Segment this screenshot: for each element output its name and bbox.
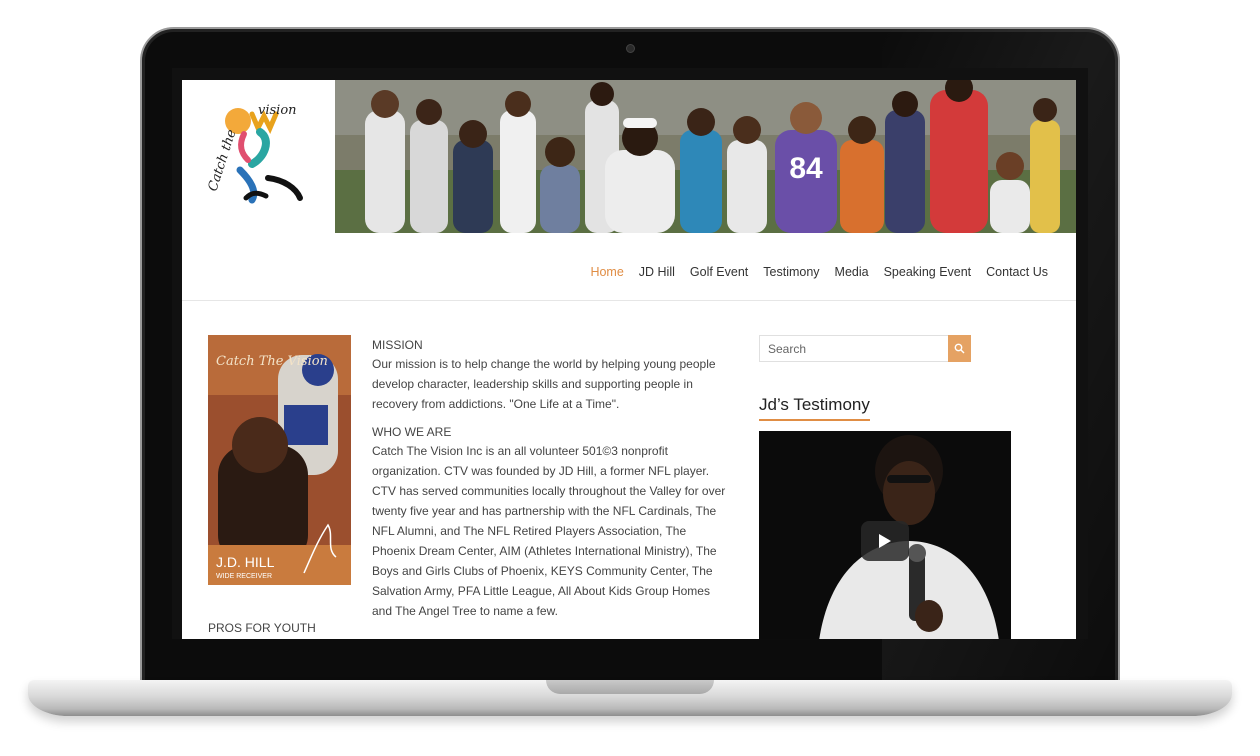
nav-menu: Home JD Hill Golf Event Testimony Media …: [575, 265, 1048, 279]
book-subtitle: WIDE RECEIVER: [216, 573, 272, 580]
group-photo: 84: [335, 80, 1076, 233]
site-logo[interactable]: vision Catch the: [182, 80, 335, 233]
nav-item-testimony[interactable]: Testimony: [763, 265, 819, 279]
book-title: Catch The Vision: [216, 354, 328, 369]
nav-item-media[interactable]: Media: [835, 265, 869, 279]
book-cover-art: Catch The Vision J.D. HILL WIDE RECEIVER: [208, 335, 351, 585]
web-page: vision Catch the 84 Home JD Hill Golf Ev…: [182, 80, 1076, 639]
book-cover-image[interactable]: Catch The Vision J.D. HILL WIDE RECEIVER: [208, 335, 351, 585]
logo-catch-text: Catch the: [206, 127, 240, 193]
book-name: J.D. HILL: [216, 554, 275, 570]
mission-heading: MISSION: [372, 338, 423, 352]
search-form: [759, 335, 971, 362]
laptop-screen: vision Catch the 84 Home JD Hill Golf Ev…: [172, 68, 1088, 639]
webcam: [626, 44, 635, 53]
who-we-are-heading: WHO WE ARE: [372, 425, 452, 439]
nav-item-home[interactable]: Home: [590, 265, 623, 279]
catch-the-vision-logo: vision Catch the: [206, 103, 303, 204]
search-input[interactable]: [759, 335, 948, 362]
testimony-video[interactable]: [759, 431, 1011, 639]
testimony-widget-title: Jd’s Testimony: [759, 395, 870, 421]
main-navigation: Home JD Hill Golf Event Testimony Media …: [182, 233, 1076, 301]
play-icon: [879, 534, 891, 548]
logo-vision-text: vision: [258, 103, 297, 118]
pros-for-youth-heading: PROS FOR YOUTH: [208, 621, 316, 635]
nav-item-golf-event[interactable]: Golf Event: [690, 265, 748, 279]
play-button[interactable]: [861, 521, 909, 561]
nav-item-speaking-event[interactable]: Speaking Event: [884, 265, 972, 279]
who-we-are-text: Catch The Vision Inc is an all volunteer…: [372, 444, 726, 618]
search-button[interactable]: [948, 335, 971, 362]
main-content: MISSION Our mission is to help change th…: [372, 337, 728, 631]
search-icon: [954, 343, 965, 354]
site-header: vision Catch the 84: [182, 80, 1076, 233]
mission-text: Our mission is to help change the world …: [372, 357, 716, 411]
laptop-notch: [546, 680, 714, 694]
nav-item-contact-us[interactable]: Contact Us: [986, 265, 1048, 279]
nav-item-jd-hill[interactable]: JD Hill: [639, 265, 675, 279]
header-banner-image: 84: [335, 80, 1076, 233]
jersey-number: 84: [789, 152, 823, 185]
